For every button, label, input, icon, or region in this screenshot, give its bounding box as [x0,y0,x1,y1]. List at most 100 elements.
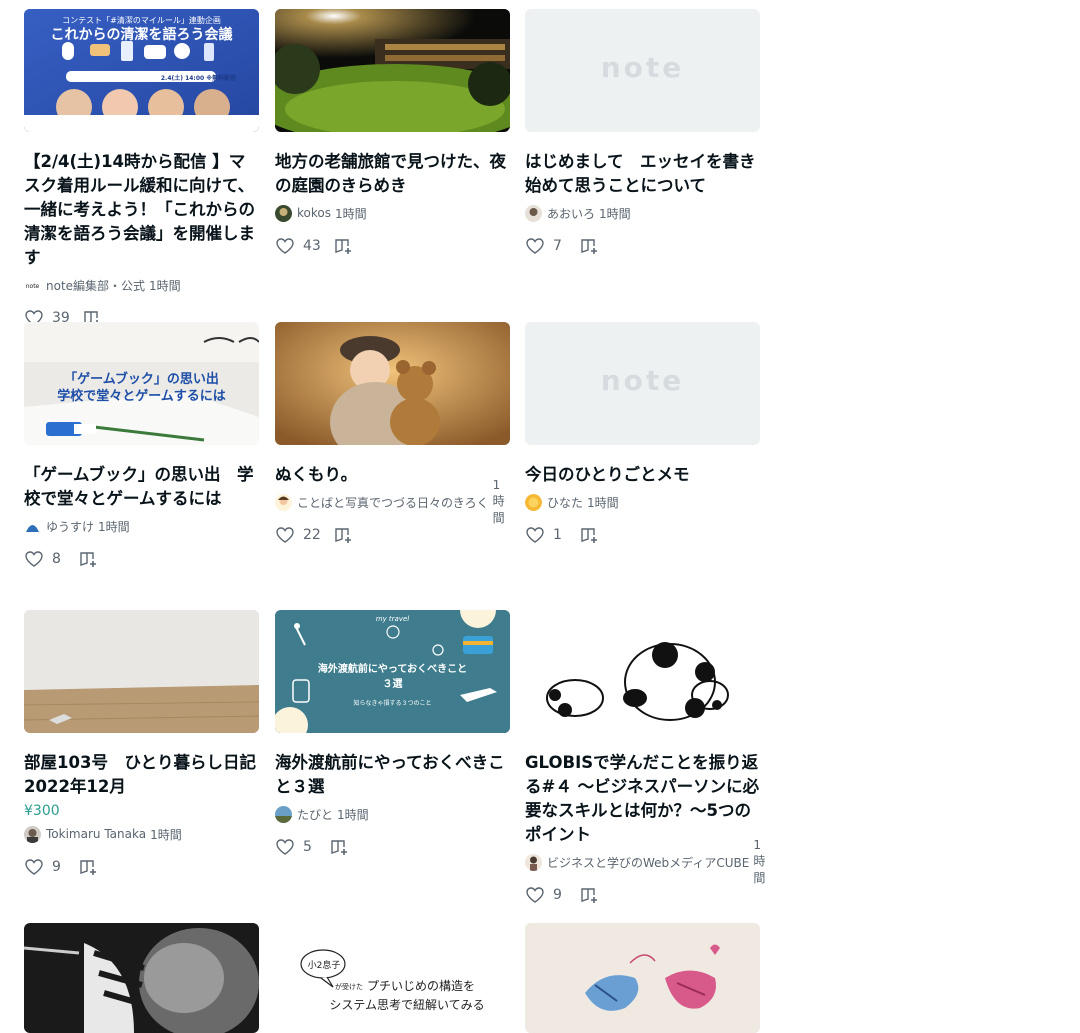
author-name[interactable]: あおいろ [547,205,595,222]
card-thumbnail[interactable]: 小2息子 が受けた プチいじめの構造を システム思考で紐解いてみる [275,923,510,1033]
empty-room-image [24,610,259,733]
author-avatar[interactable] [275,204,292,222]
heart-icon[interactable] [525,525,545,545]
author-name[interactable]: Tokimaru Tanaka [46,827,146,841]
magazine-add-icon[interactable] [78,857,98,877]
note-card: 「ゲームブック」の思い出 学校で堂々とゲームするには 「ゲームブック」の思い出 … [24,322,259,569]
author-avatar[interactable] [24,825,41,843]
author-name[interactable]: ゆうすけ [46,518,94,535]
magazine-add-icon[interactable] [579,885,599,905]
heart-icon[interactable] [275,236,295,256]
card-thumbnail[interactable] [275,9,510,132]
gamebook-caption-2: 学校で堂々とゲームするには [57,389,226,404]
author-name[interactable]: たびと [297,806,333,823]
card-thumbnail[interactable] [275,322,510,445]
like-count[interactable]: 8 [52,551,66,567]
author-name[interactable]: note編集部・公式 [46,277,145,294]
pug-bw-image [24,923,259,1033]
card-thumbnail[interactable]: my travel 海外渡航前にやっておくべきこと ３選 知らなきゃ損する３つの… [275,610,510,733]
like-count[interactable]: 1 [553,527,567,543]
post-time: 1時間 [599,206,631,221]
card-thumbnail[interactable]: note [525,322,760,445]
magazine-add-icon[interactable] [333,525,353,545]
travel-caption-2: ３選 [382,679,403,690]
note-card [525,923,760,1033]
card-author: ひなた 1時間 [525,493,760,511]
card-author: あおいろ 1時間 [525,204,760,222]
card-author: たびと 1時間 [275,805,510,823]
post-time: 1時間 [337,807,369,822]
card-title[interactable]: 地方の老舗旅館で見つけた、夜の庭園のきらめき [275,150,510,198]
author-avatar[interactable] [275,493,292,511]
author-avatar[interactable] [525,493,542,511]
magazine-add-icon[interactable] [329,837,349,857]
travel-caption-4: my travel [375,615,410,623]
note-card [24,923,259,1033]
card-title[interactable]: 「ゲームブック」の思い出 学校で堂々とゲームするには [24,463,259,511]
card-title[interactable]: 海外渡航前にやっておくべきこと３選 [275,751,510,799]
magazine-add-icon[interactable] [333,236,353,256]
note-card: 部屋103号 ひとり暮らし日記 2022年12月 ¥300 Tokimaru T… [24,610,259,877]
post-time: 1時間 [587,495,619,510]
author-avatar[interactable] [275,805,292,823]
author-avatar[interactable] [24,517,41,535]
post-time: 1時間 [149,278,181,293]
author-name[interactable]: ひなた [547,494,583,511]
author-avatar[interactable] [525,204,542,222]
card-thumbnail[interactable] [525,923,760,1033]
heart-icon[interactable] [275,525,295,545]
magazine-add-icon[interactable] [78,549,98,569]
magazine-add-icon[interactable] [579,525,599,545]
card-thumbnail[interactable] [24,923,259,1033]
panda-illustration-image [525,610,760,733]
heart-icon[interactable] [275,837,295,857]
note-placeholder-logo: note [600,364,685,397]
heart-icon[interactable] [24,549,44,569]
like-count[interactable]: 9 [553,887,567,903]
card-thumbnail[interactable]: コンテスト「#清潔のマイルール」連動企画 これからの清潔を語ろう会議 2.4(土… [24,9,259,132]
card-author: note note編集部・公式 1時間 [24,276,259,294]
card-title[interactable]: はじめまして エッセイを書き始めて思うことについて [525,150,760,198]
like-count[interactable]: 5 [303,839,317,855]
heart-icon[interactable] [525,236,545,256]
card-title[interactable]: 部屋103号 ひとり暮らし日記 2022年12月 [24,751,259,799]
card-thumbnail[interactable]: 「ゲームブック」の思い出 学校で堂々とゲームするには [24,322,259,445]
author-avatar[interactable]: note [24,276,41,294]
heart-icon[interactable] [525,885,545,905]
card-actions: 22 [275,525,510,545]
author-name[interactable]: ビジネスと学びのWebメディアCUBE [547,854,749,871]
post-time: 1時間 [98,519,130,534]
note-card: 小2息子 が受けた プチいじめの構造を システム思考で紐解いてみる [275,923,510,1033]
card-title[interactable]: 【2/4(土)14時から配信 】マスク着用ルール緩和に向けて、一緒に考えよう！「… [24,150,259,270]
author-avatar[interactable] [525,853,542,871]
author-name[interactable]: ことばと写真でつづる日々のきろく [297,494,489,511]
like-count[interactable]: 7 [553,238,567,254]
card-actions: 9 [24,857,259,877]
card-author: ゆうすけ 1時間 [24,517,259,535]
card-thumbnail[interactable]: note [525,9,760,132]
travel-caption-3: 知らなきゃ損する３つのこと [353,700,432,707]
post-time: 1時間 [334,206,367,221]
note-card: コンテスト「#清潔のマイルール」連動企画 これからの清潔を語ろう会議 2.4(土… [24,9,259,328]
card-title[interactable]: ぬくもり。 [275,463,510,487]
bubble-caption-2: が受けた [335,983,363,991]
author-name[interactable]: kokos [297,206,331,220]
card-thumbnail[interactable] [24,610,259,733]
card-author: Tokimaru Tanaka 1時間 [24,825,259,843]
card-thumbnail[interactable] [525,610,760,733]
heart-icon[interactable] [24,857,44,877]
note-placeholder-logo: note [600,51,685,84]
card-actions: 7 [525,236,760,256]
card-title[interactable]: 今日のひとりごとメモ [525,463,760,487]
like-count[interactable]: 43 [303,238,321,254]
like-count[interactable]: 9 [52,859,66,875]
card-actions: 1 [525,525,760,545]
magazine-add-icon[interactable] [579,236,599,256]
card-actions: 9 [525,885,760,905]
travel-caption-1: 海外渡航前にやっておくべきこと [317,664,468,675]
post-time: 1時間 [150,827,182,842]
bubble-caption-1: 小2息子 [307,961,341,971]
like-count[interactable]: 22 [303,527,321,543]
note-card: ぬくもり。 ことばと写真でつづる日々のきろく 1時間 22 [275,322,510,545]
card-title[interactable]: GLOBISで学んだことを振り返る#４ 〜ビジネスパーソンに必要なスキルとは何か… [525,751,760,847]
